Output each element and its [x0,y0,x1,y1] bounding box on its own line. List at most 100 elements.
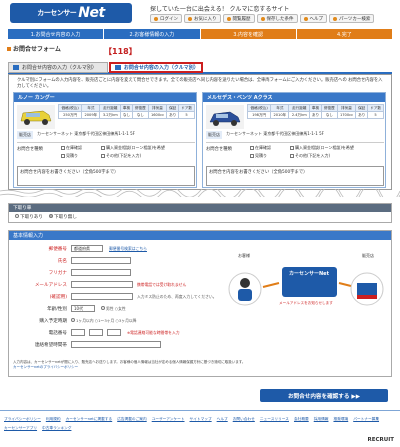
spec-header: 車検 [309,104,322,112]
footer-link[interactable]: 利用規約 [46,417,61,425]
inquiry-type-label: お問合せ種類 [17,147,43,152]
phone-label: 電話番号 [48,331,67,336]
email-input[interactable] [71,281,133,288]
footer-link[interactable]: 採用情報 [314,417,329,425]
footer-link[interactable]: ヘルプ [217,417,228,425]
footer-link[interactable]: パートナー募集 [353,417,379,425]
phone-input-1[interactable] [71,329,85,336]
car-card: ルノー カングー 価格(税込) 年式 走行距離 車検 修復歴 排気量 保証 ドア数 250万円… [13,92,197,188]
header-link-history[interactable]: 閲覧履歴 [222,14,255,23]
header-link-parts[interactable]: パーツカー検索 [329,14,375,23]
inquiry-type-row: お問合せ種類 在庫確認 購入資金相談(ローン相談)を希望 見積り その他(下記を… [17,142,195,164]
inquiry-textarea[interactable]: お問合せ内容をお書きください（全角500字まで） [17,166,195,186]
kana-row: フリガナ [9,268,229,278]
spec-cell: 5 [367,111,384,119]
trade-in-title: 下取り車 [9,204,391,212]
checkbox-estimate[interactable]: 見積り [250,153,290,159]
purchase-time-radios[interactable]: 1ヶ月以内 ○1〜3ヶ月 ○3ヶ月以降 [71,318,136,324]
spec-header: 保証 [355,104,369,112]
header-tagline: 探していた一台に出会える！ クルマに恋するサイト [150,6,290,13]
email-confirm-input[interactable] [71,293,133,300]
spec-header: 年式 [270,104,290,112]
recruit-logo: RECRUIT [367,437,394,443]
footer-link[interactable]: カーセンサーnetに掲載する [66,417,113,425]
basic-info-title: 基本情報入力 [9,231,391,240]
footer-link[interactable]: 広告掲載のご案内 [117,417,147,425]
step-3: 3.内容を確認 [200,29,296,39]
footer-link[interactable]: サイトマップ [190,417,212,425]
footer-link[interactable]: カーセンサーアプリ [4,426,37,434]
footer-link[interactable]: 中古車ランキング [42,426,71,434]
checkbox-stock[interactable]: 在庫確認 [250,145,290,151]
purchase-time-label: 購入予定時期 [39,319,67,324]
footer-link[interactable]: ユーザーアンケート [152,417,185,425]
radio-trade-in-no[interactable]: 下取り無し [48,214,77,220]
spec-cell: あり [166,111,180,119]
prefecture-select[interactable]: 都道府県 [71,245,103,252]
phone-note: ※電話連絡可能な時間帯を入力 [127,330,180,335]
illus-center-label: カーセンサーNet [289,271,329,277]
tab-icon [115,65,121,70]
footer-divider [0,410,400,411]
spec-cell: 2010年 [270,111,290,119]
age-row: 年齢/性別 10代 男性 ○女性 [9,304,229,314]
contact-time-input[interactable] [71,341,161,348]
contact-time-label: 連絡希望時間帯 [34,343,67,348]
checkbox-stock[interactable]: 在庫確認 [61,145,101,151]
site-logo[interactable]: カーセンサー Net [10,3,132,23]
footer-link[interactable]: プライバシーポリシー [4,417,41,425]
confirm-button[interactable]: お問合せ内容を確認する ▶▶ [260,389,388,402]
process-illustration [228,267,384,306]
zip-search-link[interactable]: 郵便番号検索はこちら [109,246,147,252]
email-confirm-note: 入力ミス防止のため、再度入力してください。 [137,294,217,299]
spec-cell: なし [320,111,338,119]
spec-cell: あり [355,111,369,119]
phone-input-3[interactable] [107,329,121,336]
illus-customer-label: お客様 [238,253,250,258]
tab-all-cars[interactable]: お問合せ内容の入力（クルマ別） [8,62,108,73]
checkbox-loan[interactable]: 購入資金相談(ローン相談)を希望 [290,145,370,151]
spec-header: 車検 [120,104,133,112]
purchase-time-row: 購入予定時期 1ヶ月以内 ○1〜3ヶ月 ○3ヶ月以降 [9,316,229,326]
spec-header: 価格(税込) [246,104,272,112]
inquiry-textarea[interactable]: お問合せ内容をお書きください（全角500字まで） [206,166,384,186]
footer-link[interactable]: 会社概要 [294,417,309,425]
header-link-saved[interactable]: 保存した条件 [256,14,298,23]
tab-per-car[interactable]: お問合せ内容の入力（クルマ別） [109,62,203,73]
checkbox-loan[interactable]: 購入資金相談(ローン相談)を希望 [101,145,181,151]
spec-cell: 3.2万km [99,111,122,119]
checkbox-other[interactable]: その他(下記を入力) [101,153,181,159]
footer-link[interactable]: 推奨環境 [333,417,348,425]
intro-text: クルマ別にフォームの入力内容を、販売店ごとに内容を変えて問合せできます。全ての販… [17,78,383,89]
email-confirm-label: (確認用) [49,295,67,300]
inquiry-type-label: お問合せ種類 [206,147,232,152]
car-name: メルセデス・ベンツ Aクラス [203,93,385,102]
spec-cell: 250万円 [57,111,83,119]
footer-link[interactable]: ニュースリリース [260,417,289,425]
checkbox-estimate[interactable]: 見積り [61,153,101,159]
car-spec-table: 価格(税込) 年式 走行距離 車検 修復歴 排気量 保証 ドア数 250万円 2009年 3.2万… [57,104,195,119]
trade-in-section: 下取り車 下取りあり 下取り無し [8,203,392,223]
kana-input[interactable] [71,269,131,276]
header-link-help[interactable]: ヘルプ [299,14,327,23]
spec-cell: 5 [178,111,195,119]
illus-note: メールアドレスをお知らせします [279,301,333,305]
phone-input-2[interactable] [89,329,103,336]
heart-icon [188,16,192,21]
spec-header: 修復歴 [131,104,149,112]
site-header: カーセンサー Net 探していた一台に出会える！ クルマに恋するサイト ログイン … [0,0,400,28]
name-input[interactable] [71,257,131,264]
header-link-login[interactable]: ログイン [150,14,182,23]
header-link-favorites[interactable]: お気に入り [184,14,221,23]
checkbox-other[interactable]: その他(下記を入力) [290,153,370,159]
age-select[interactable]: 10代 [71,305,95,312]
radio-trade-in-yes[interactable]: 下取りあり [15,214,43,220]
tab-icon [13,65,19,70]
title-marker-icon [7,46,11,51]
bookmark-icon [260,16,265,21]
privacy-policy-link[interactable]: カーセンサーnetのプライバシーポリシー [13,365,78,369]
gender-radios[interactable]: 男性 ○女性 [101,306,126,312]
spec-header: 排気量 [336,104,357,112]
help-icon [303,16,308,21]
footer-link[interactable]: お問い合わせ [233,417,255,425]
